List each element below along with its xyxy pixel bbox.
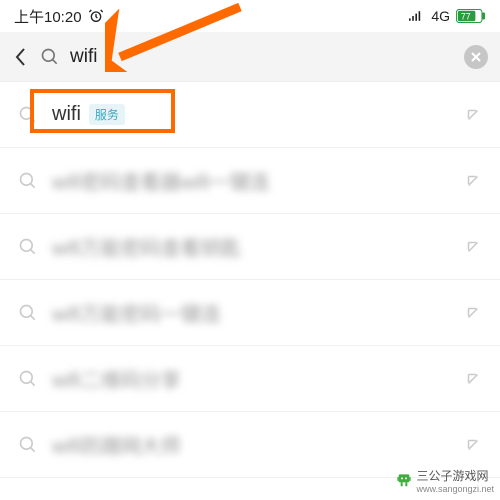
search-icon: [18, 237, 38, 257]
search-icon: [18, 435, 38, 455]
list-item[interactable]: wifi万能密码一键连: [0, 280, 500, 346]
search-input[interactable]: [70, 46, 454, 68]
status-left: 上午10:20: [14, 6, 104, 27]
status-time: 上午10:20: [14, 6, 82, 27]
fill-query-icon[interactable]: [464, 436, 482, 454]
watermark-text: 三公子游戏网: [416, 467, 494, 484]
search-icon: [18, 105, 38, 125]
network-label: 4G: [431, 8, 450, 24]
search-icon: [18, 303, 38, 323]
fill-query-icon[interactable]: [464, 106, 482, 124]
alarm-icon: [88, 8, 104, 24]
svg-text:77: 77: [461, 12, 471, 22]
list-item[interactable]: wifi万能密码查看钥匙: [0, 214, 500, 280]
clear-button[interactable]: [464, 45, 488, 69]
status-bar: 上午10:20 4G 77: [0, 0, 500, 32]
search-header: [0, 32, 500, 82]
suggestion-text: wifi服务: [52, 103, 450, 126]
suggestion-text: wifi二维码分享: [52, 364, 450, 393]
fill-query-icon[interactable]: [464, 238, 482, 256]
signal-icon: [409, 9, 425, 23]
suggestion-text: wifi万能密码查看钥匙: [52, 232, 450, 261]
search-icon: [40, 47, 60, 67]
watermark: 三公子游戏网 www.sangongzi.net: [396, 467, 494, 494]
list-item[interactable]: wifi二维码分享: [0, 346, 500, 412]
watermark-url: www.sangongzi.net: [416, 484, 494, 494]
suggestion-text: wifi密码查看器wifi一键连: [52, 166, 450, 195]
back-button[interactable]: [12, 45, 30, 69]
search-icon: [18, 369, 38, 389]
suggestion-text: wifi防蹭网大师: [52, 430, 450, 459]
suggestion-text: wifi万能密码一键连: [52, 298, 450, 327]
category-badge: 服务: [89, 104, 125, 125]
fill-query-icon[interactable]: [464, 304, 482, 322]
search-icon: [18, 171, 38, 191]
battery-icon: 77: [456, 9, 486, 23]
suggestion-list: wifi服务 wifi密码查看器wifi一键连 wifi万能密码查看钥匙 wifi万能…: [0, 82, 500, 478]
status-right: 4G 77: [409, 8, 486, 24]
list-item[interactable]: wifi密码查看器wifi一键连: [0, 148, 500, 214]
fill-query-icon[interactable]: [464, 370, 482, 388]
fill-query-icon[interactable]: [464, 172, 482, 190]
list-item[interactable]: wifi服务: [0, 82, 500, 148]
